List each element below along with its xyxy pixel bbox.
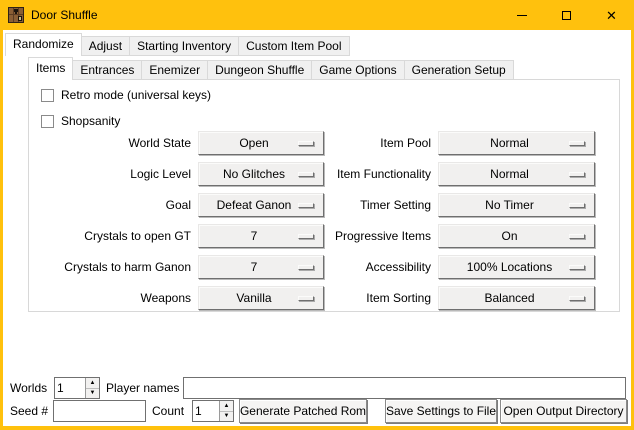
crystals-open-gt-dropdown[interactable]: 7 bbox=[198, 224, 324, 248]
dropdown-indicator-icon bbox=[569, 141, 585, 146]
retro-mode-label: Retro mode (universal keys) bbox=[61, 88, 211, 102]
count-label: Count bbox=[152, 400, 184, 422]
crystals-harm-ganon-label: Crystals to harm Ganon bbox=[29, 260, 191, 274]
item-functionality-dropdown[interactable]: Normal bbox=[438, 162, 595, 186]
logic-level-label: Logic Level bbox=[29, 167, 191, 181]
spin-down-icon[interactable]: ▼ bbox=[220, 412, 233, 422]
retro-mode-checkbox[interactable] bbox=[41, 89, 54, 102]
crystals-harm-ganon-dropdown[interactable]: 7 bbox=[198, 255, 324, 279]
seed-input[interactable] bbox=[53, 400, 146, 422]
weapons-dropdown[interactable]: Vanilla bbox=[198, 286, 324, 310]
weapons-label: Weapons bbox=[29, 291, 191, 305]
count-input[interactable] bbox=[193, 401, 219, 421]
worlds-input[interactable] bbox=[55, 378, 85, 398]
app-window: Door Shuffle ✕ Randomize Adjust Starting… bbox=[0, 0, 634, 430]
tab-items[interactable]: Items bbox=[28, 57, 73, 80]
sub-tab-bar: Items Entrances Enemizer Dungeon Shuffle… bbox=[28, 57, 513, 80]
weapons-value: Vanilla bbox=[236, 291, 271, 305]
shopsanity-label: Shopsanity bbox=[61, 114, 120, 128]
world-state-value: Open bbox=[239, 136, 268, 150]
spin-up-icon[interactable]: ▲ bbox=[86, 378, 99, 389]
dropdown-indicator-icon bbox=[298, 141, 314, 146]
accessibility-label: Accessibility bbox=[331, 260, 431, 274]
player-names-input[interactable] bbox=[183, 377, 626, 399]
shopsanity-option: Shopsanity bbox=[41, 114, 120, 128]
progressive-items-dropdown[interactable]: On bbox=[438, 224, 595, 248]
tab-generation-setup[interactable]: Generation Setup bbox=[404, 60, 514, 80]
seed-label: Seed # bbox=[10, 400, 48, 422]
dropdown-indicator-icon bbox=[569, 172, 585, 177]
tab-game-options[interactable]: Game Options bbox=[311, 60, 404, 80]
dropdown-indicator-icon bbox=[298, 172, 314, 177]
settings-grid: World State Open Item Pool Normal Logic … bbox=[29, 127, 595, 313]
crystals-open-gt-value: 7 bbox=[251, 229, 258, 243]
item-sorting-value: Balanced bbox=[484, 291, 534, 305]
world-state-label: World State bbox=[29, 136, 191, 150]
timer-setting-dropdown[interactable]: No Timer bbox=[438, 193, 595, 217]
item-pool-dropdown[interactable]: Normal bbox=[438, 131, 595, 155]
progressive-items-value: On bbox=[501, 229, 517, 243]
dropdown-indicator-icon bbox=[569, 234, 585, 239]
main-tab-bar: Randomize Adjust Starting Inventory Cust… bbox=[5, 33, 349, 56]
generate-patched-rom-button[interactable]: Generate Patched Rom bbox=[239, 399, 367, 423]
items-panel: Retro mode (universal keys) Shopsanity W… bbox=[28, 79, 620, 312]
crystals-open-gt-label: Crystals to open GT bbox=[29, 229, 191, 243]
goal-label: Goal bbox=[29, 198, 191, 212]
goal-dropdown[interactable]: Defeat Ganon bbox=[198, 193, 324, 217]
window-door-icon bbox=[8, 7, 24, 23]
open-output-directory-button[interactable]: Open Output Directory bbox=[500, 399, 627, 423]
worlds-spin-buttons: ▲ ▼ bbox=[85, 378, 99, 398]
shopsanity-checkbox[interactable] bbox=[41, 115, 54, 128]
progressive-items-label: Progressive Items bbox=[331, 229, 431, 243]
titlebar[interactable]: Door Shuffle ✕ bbox=[0, 0, 634, 30]
minimize-button[interactable] bbox=[499, 0, 544, 30]
window-controls: ✕ bbox=[499, 0, 634, 30]
dropdown-indicator-icon bbox=[298, 265, 314, 270]
accessibility-value: 100% Locations bbox=[467, 260, 552, 274]
item-sorting-label: Item Sorting bbox=[331, 291, 431, 305]
minimize-icon bbox=[517, 15, 527, 16]
count-spinner[interactable]: ▲ ▼ bbox=[192, 400, 234, 422]
tab-custom-item-pool[interactable]: Custom Item Pool bbox=[238, 36, 349, 56]
close-icon: ✕ bbox=[606, 9, 617, 22]
item-functionality-value: Normal bbox=[490, 167, 529, 181]
client-area: Randomize Adjust Starting Inventory Cust… bbox=[3, 30, 631, 426]
dropdown-indicator-icon bbox=[569, 296, 585, 301]
save-settings-button[interactable]: Save Settings to File bbox=[385, 399, 497, 423]
worlds-label: Worlds bbox=[10, 377, 47, 399]
count-spin-buttons: ▲ ▼ bbox=[219, 401, 233, 421]
goal-value: Defeat Ganon bbox=[217, 198, 292, 212]
logic-level-dropdown[interactable]: No Glitches bbox=[198, 162, 324, 186]
dropdown-indicator-icon bbox=[298, 203, 314, 208]
item-sorting-dropdown[interactable]: Balanced bbox=[438, 286, 595, 310]
tab-entrances[interactable]: Entrances bbox=[72, 60, 142, 80]
tab-adjust[interactable]: Adjust bbox=[81, 36, 130, 56]
dropdown-indicator-icon bbox=[298, 234, 314, 239]
item-pool-value: Normal bbox=[490, 136, 529, 150]
window-title: Door Shuffle bbox=[31, 8, 98, 22]
worlds-spinner[interactable]: ▲ ▼ bbox=[54, 377, 100, 399]
dropdown-indicator-icon bbox=[569, 265, 585, 270]
item-pool-label: Item Pool bbox=[331, 136, 431, 150]
maximize-button[interactable] bbox=[544, 0, 589, 30]
logic-level-value: No Glitches bbox=[223, 167, 285, 181]
spin-down-icon[interactable]: ▼ bbox=[86, 389, 99, 399]
dropdown-indicator-icon bbox=[298, 296, 314, 301]
dropdown-indicator-icon bbox=[569, 203, 585, 208]
item-functionality-label: Item Functionality bbox=[331, 167, 431, 181]
player-names-label: Player names bbox=[106, 377, 179, 399]
tab-starting-inventory[interactable]: Starting Inventory bbox=[129, 36, 239, 56]
spin-up-icon[interactable]: ▲ bbox=[220, 401, 233, 412]
tab-randomize[interactable]: Randomize bbox=[5, 33, 82, 56]
crystals-harm-ganon-value: 7 bbox=[251, 260, 258, 274]
close-button[interactable]: ✕ bbox=[589, 0, 634, 30]
world-state-dropdown[interactable]: Open bbox=[198, 131, 324, 155]
tab-enemizer[interactable]: Enemizer bbox=[141, 60, 208, 80]
accessibility-dropdown[interactable]: 100% Locations bbox=[438, 255, 595, 279]
maximize-icon bbox=[562, 11, 571, 20]
timer-setting-value: No Timer bbox=[485, 198, 534, 212]
retro-mode-option: Retro mode (universal keys) bbox=[41, 88, 211, 102]
timer-setting-label: Timer Setting bbox=[331, 198, 431, 212]
tab-dungeon-shuffle[interactable]: Dungeon Shuffle bbox=[207, 60, 312, 80]
